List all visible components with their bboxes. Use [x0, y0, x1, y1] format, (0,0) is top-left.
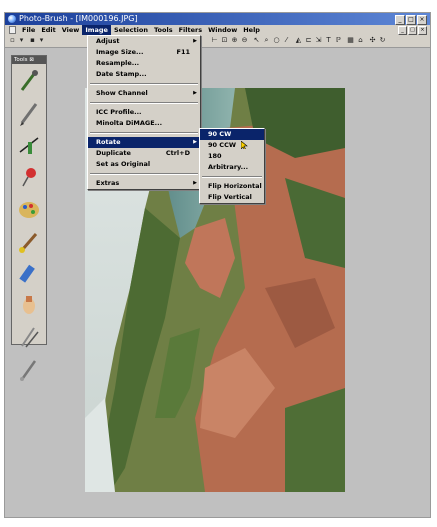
- line-tool-icon[interactable]: [14, 130, 44, 160]
- menu-edit[interactable]: Edit: [38, 25, 58, 35]
- window-title: Photo-Brush - [IM000196.JPG]: [19, 14, 138, 23]
- levels-icon[interactable]: ◭: [294, 36, 303, 45]
- toolbar: ▫ ▾ ▪ ▾ ▾ ⊢ ⊡ ⊕ ⊖ ↖ ⌕ ○ ⁄ ◭ ⊏ ⇲ T ℙ ▦ ⌂ …: [5, 35, 430, 48]
- menu-image[interactable]: Image: [82, 25, 111, 35]
- doc-minimize-button[interactable]: _: [398, 26, 407, 35]
- menu-selection[interactable]: Selection: [111, 25, 151, 35]
- lasso-icon[interactable]: ○: [272, 36, 281, 45]
- palette-icon[interactable]: [14, 194, 44, 224]
- rotate-submenu: 90 CW 90 CCW 180 Arbitrary... Flip Horiz…: [199, 128, 265, 204]
- menu-item-icc-profile[interactable]: ICC Profile...: [88, 107, 200, 118]
- actual-size-icon[interactable]: ⊢: [210, 36, 219, 45]
- document-controls: _ □ ×: [398, 26, 427, 35]
- stamp-icon[interactable]: ⌂: [356, 36, 365, 45]
- zoom-in-icon[interactable]: ⊕: [230, 36, 239, 45]
- minimize-button[interactable]: _: [395, 15, 405, 25]
- clone-brush-icon[interactable]: [14, 322, 44, 352]
- new-icon[interactable]: ▫: [8, 36, 17, 45]
- menu-item-rotate[interactable]: Rotate ▶: [88, 137, 200, 148]
- title-bar[interactable]: Photo-Brush - [IM000196.JPG] _ □ ×: [5, 13, 430, 25]
- menu-separator: [90, 83, 198, 85]
- menu-item-resample[interactable]: Resample...: [88, 58, 200, 69]
- mouse-cursor-icon: [241, 141, 248, 149]
- save-dropdown-icon[interactable]: ▾: [37, 36, 46, 45]
- menu-separator: [90, 173, 198, 175]
- menu-item-flip-vertical[interactable]: Flip Vertical: [200, 192, 264, 203]
- fit-window-icon[interactable]: ⊡: [220, 36, 229, 45]
- maximize-button[interactable]: □: [406, 15, 416, 25]
- brush-icon[interactable]: [14, 226, 44, 256]
- eyedropper-icon[interactable]: [14, 66, 44, 96]
- menu-item-arbitrary[interactable]: Arbitrary...: [200, 162, 264, 173]
- transform-icon[interactable]: ✣: [368, 36, 377, 45]
- workspace: Tools ⊠: [5, 48, 430, 517]
- image-menu: Adjust ▶ Image Size... F11 Resample... Dat…: [87, 35, 201, 190]
- open-icon[interactable]: ▾: [17, 36, 26, 45]
- document-icon[interactable]: [9, 26, 16, 34]
- save-icon[interactable]: ▪: [28, 36, 37, 45]
- rotate-icon[interactable]: ↻: [378, 36, 387, 45]
- histogram-icon[interactable]: ℙ: [334, 36, 343, 45]
- pointer-icon[interactable]: ↖: [252, 36, 261, 45]
- tools-palette-title[interactable]: Tools ⊠: [12, 56, 46, 64]
- menu-item-flip-horizontal[interactable]: Flip Horizontal: [200, 181, 264, 192]
- menu-help[interactable]: Help: [240, 25, 263, 35]
- menu-item-duplicate[interactable]: Duplicate Ctrl+D: [88, 148, 200, 159]
- menu-filters[interactable]: Filters: [176, 25, 206, 35]
- crop-icon[interactable]: ⊏: [304, 36, 313, 45]
- menu-item-180[interactable]: 180: [200, 151, 264, 162]
- magnify-icon[interactable]: ⌕: [262, 36, 271, 45]
- menu-window[interactable]: Window: [205, 25, 240, 35]
- app-window: Photo-Brush - [IM000196.JPG] _ □ × File …: [4, 12, 431, 518]
- text-icon[interactable]: T: [324, 36, 333, 45]
- menu-item-extras[interactable]: Extras ▶: [88, 178, 200, 189]
- resize-icon[interactable]: ⇲: [314, 36, 323, 45]
- menu-view[interactable]: View: [59, 25, 83, 35]
- menu-bar: File Edit View Image Selection Tools Fil…: [5, 25, 430, 35]
- menu-item-adjust[interactable]: Adjust ▶: [88, 36, 200, 47]
- menu-item-90-cw[interactable]: 90 CW: [200, 129, 264, 140]
- menu-item-image-size[interactable]: Image Size... F11: [88, 47, 200, 58]
- app-icon[interactable]: [8, 15, 16, 23]
- smudge-brush-icon[interactable]: [14, 354, 44, 384]
- menu-item-90-ccw[interactable]: 90 CCW: [200, 140, 264, 151]
- window-controls: _ □ ×: [395, 15, 427, 25]
- menu-separator: [90, 132, 198, 134]
- menu-item-date-stamp[interactable]: Date Stamp...: [88, 69, 200, 80]
- close-button[interactable]: ×: [417, 15, 427, 25]
- menu-separator: [202, 176, 262, 178]
- doc-restore-button[interactable]: □: [408, 26, 417, 35]
- menu-tools[interactable]: Tools: [151, 25, 176, 35]
- menu-item-minolta-dimage[interactable]: Minolta DiMAGE...: [88, 118, 200, 129]
- eraser-icon[interactable]: [14, 258, 44, 288]
- tools-palette: Tools ⊠: [11, 55, 47, 381]
- menu-item-show-channel[interactable]: Show Channel ▶: [88, 88, 200, 99]
- menu-separator: [90, 102, 198, 104]
- wand-icon[interactable]: ⁄: [282, 36, 291, 45]
- grid-icon[interactable]: ▦: [346, 36, 355, 45]
- menu-file[interactable]: File: [19, 25, 38, 35]
- pencil-icon[interactable]: [14, 98, 44, 128]
- zoom-out-icon[interactable]: ⊖: [240, 36, 249, 45]
- hand-icon[interactable]: [14, 290, 44, 320]
- pushpin-icon[interactable]: [14, 162, 44, 192]
- doc-close-button[interactable]: ×: [418, 26, 427, 35]
- menu-item-set-as-original[interactable]: Set as Original: [88, 159, 200, 170]
